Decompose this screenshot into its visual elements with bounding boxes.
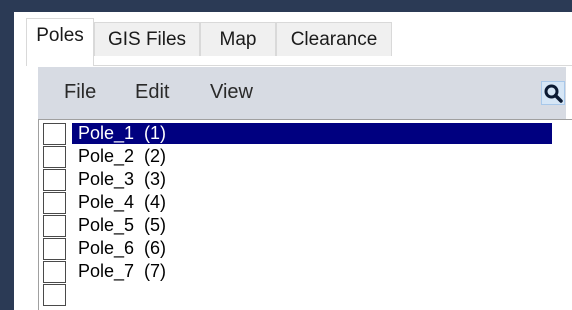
checkbox[interactable]: [43, 192, 66, 214]
tab-map[interactable]: Map: [200, 22, 276, 56]
checkbox[interactable]: [43, 261, 66, 283]
checkbox[interactable]: [43, 238, 66, 260]
list-item-label: Pole_5 (5): [78, 215, 167, 235]
list-item-label: Pole_4 (4): [78, 192, 167, 212]
list-item-pole-6[interactable]: Pole_6 (6): [39, 238, 572, 260]
tab-strip-divider: [26, 65, 572, 66]
list-item-label: Pole_6 (6): [78, 238, 167, 258]
list-item-label: Pole_1 (1): [72, 123, 552, 144]
window-border-left: [0, 0, 14, 310]
pole-list[interactable]: Pole_1 (1) Pole_2 (2) Pole_3 (3) Pole_4 …: [38, 119, 572, 310]
list-item-label: Pole_7 (7): [78, 261, 167, 281]
checkbox[interactable]: [43, 169, 66, 191]
list-item-pole-2[interactable]: Pole_2 (2): [39, 146, 572, 168]
tab-gis-files[interactable]: GIS Files: [94, 22, 200, 56]
list-item-pole-1[interactable]: Pole_1 (1): [39, 123, 572, 145]
checkbox[interactable]: [43, 146, 66, 168]
poles-panel: Poles GIS Files Map Clearance File Edit …: [14, 12, 572, 310]
list-item-pole-3[interactable]: Pole_3 (3): [39, 169, 572, 191]
search-button[interactable]: [541, 81, 565, 105]
list-item-label: Pole_2 (2): [78, 146, 167, 166]
menu-edit[interactable]: Edit: [135, 79, 169, 105]
checkbox[interactable]: [43, 123, 66, 145]
list-item-pole-7[interactable]: Pole_7 (7): [39, 261, 572, 283]
tab-poles[interactable]: Poles: [26, 18, 94, 66]
app-window: Poles GIS Files Map Clearance File Edit …: [0, 0, 572, 310]
checkbox[interactable]: [43, 215, 66, 237]
list-item-partial[interactable]: [39, 284, 572, 306]
menu-bar: File Edit View: [38, 67, 566, 119]
menu-file[interactable]: File: [64, 79, 96, 105]
checkbox[interactable]: [43, 284, 66, 306]
menu-view[interactable]: View: [210, 79, 253, 105]
list-item-pole-4[interactable]: Pole_4 (4): [39, 192, 572, 214]
list-item-label: Pole_3 (3): [78, 169, 167, 189]
window-border-top: [0, 0, 572, 12]
search-icon: [544, 84, 563, 103]
tab-clearance[interactable]: Clearance: [276, 22, 392, 56]
list-item-pole-5[interactable]: Pole_5 (5): [39, 215, 572, 237]
